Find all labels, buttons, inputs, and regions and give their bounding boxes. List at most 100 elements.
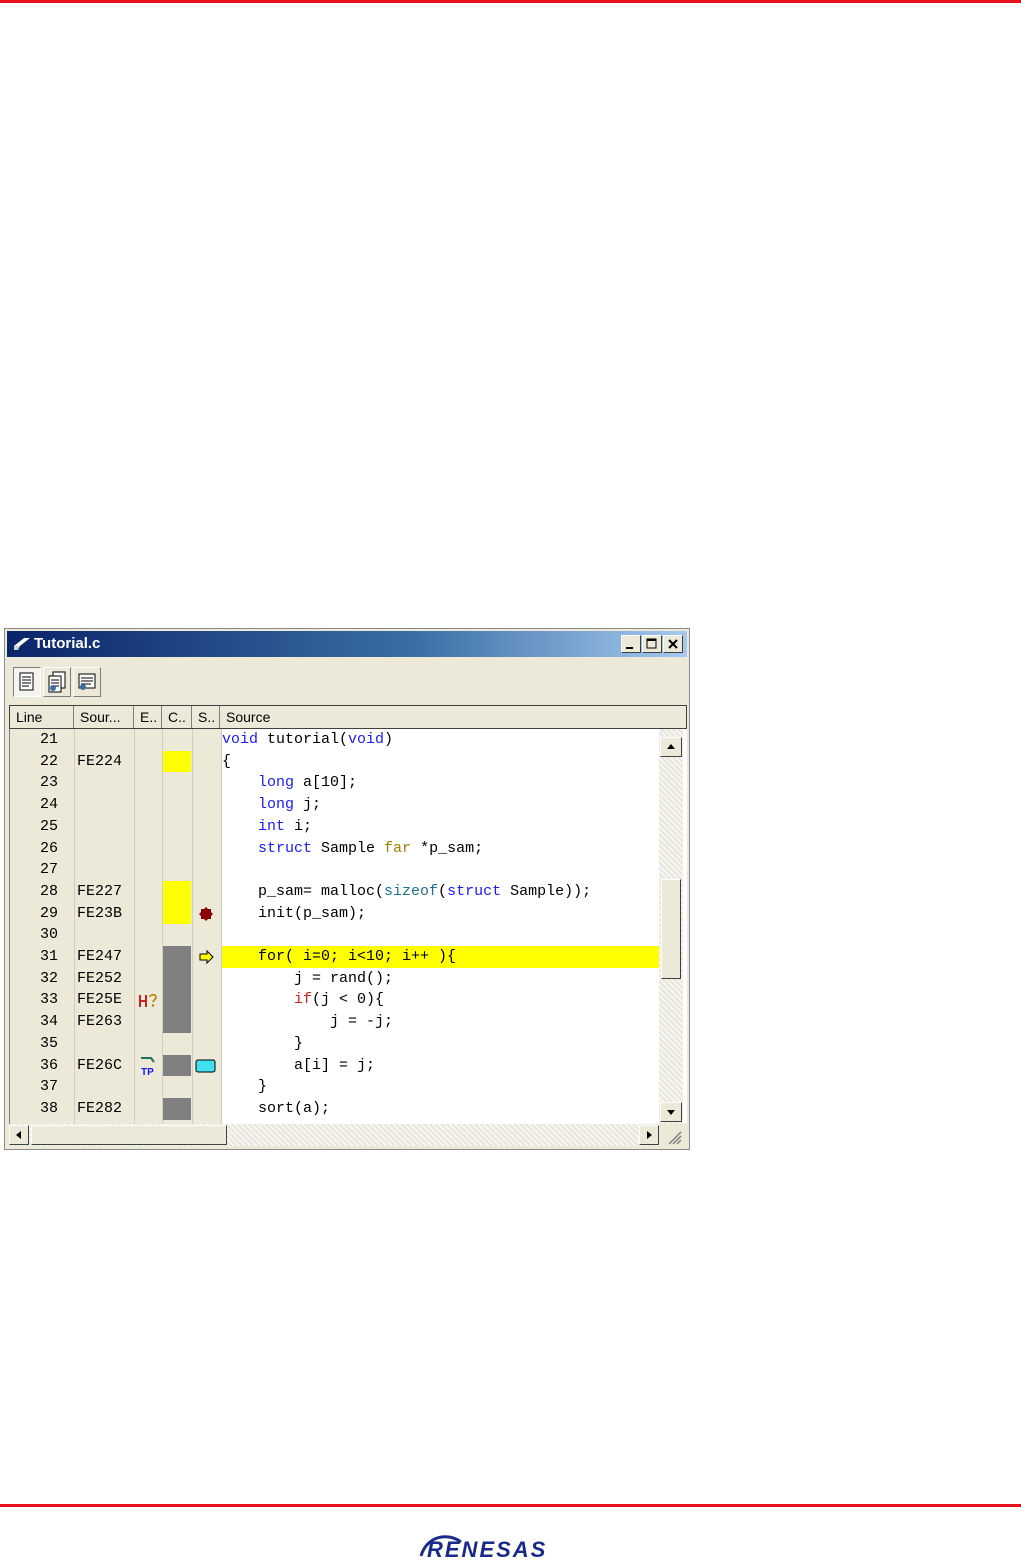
code-row[interactable]: 35 } <box>10 1033 660 1055</box>
coverage-executed <box>163 902 191 925</box>
code-row[interactable]: 30 <box>10 924 660 946</box>
code-row[interactable]: 33 FE25E if(j < 0){ <box>10 989 660 1012</box>
code-row[interactable]: 32 FE252 j = rand(); <box>10 967 660 990</box>
source-code: struct Sample far *p_sam; <box>258 839 484 857</box>
line-number: 23 <box>39 774 58 792</box>
source-code: } <box>222 1034 304 1052</box>
header-source[interactable]: Source <box>220 706 686 728</box>
header-event[interactable]: E.. <box>134 706 162 728</box>
code-row[interactable]: 23 long a[10]; <box>10 772 660 794</box>
code-row[interactable]: 26 struct Sample far *p_sam; <box>10 838 660 860</box>
maximize-button[interactable] <box>642 635 662 653</box>
vertical-scrollbar[interactable] <box>659 729 683 1124</box>
source-code: int i; <box>258 817 313 835</box>
source-mode-icon <box>19 672 34 691</box>
source-address: FE263 <box>77 1013 123 1031</box>
line-number: 35 <box>39 1034 58 1052</box>
source-code: j = rand(); <box>222 969 394 987</box>
resize-grip-icon[interactable] <box>663 1126 683 1146</box>
header-status[interactable]: S.. <box>192 706 220 728</box>
line-number: 34 <box>39 1013 58 1031</box>
line-number: 27 <box>39 861 58 879</box>
breakpoint-icon[interactable] <box>198 906 214 922</box>
editor-icon <box>14 638 30 650</box>
horizontal-scroll-thumb[interactable] <box>31 1125 227 1145</box>
code-row[interactable]: 29 FE23B init(p_sam); <box>10 902 660 925</box>
horizontal-scrollbar[interactable] <box>9 1124 659 1146</box>
code-row[interactable]: 22 FE224 { <box>10 750 660 773</box>
scroll-up-button[interactable] <box>660 737 682 757</box>
source-window[interactable]: Tutorial.c Line Sour... E.. C.. S.. Sour… <box>4 628 690 1150</box>
header-source-address[interactable]: Sour... <box>74 706 134 728</box>
mixed-mode-icon <box>78 673 96 690</box>
scroll-left-button[interactable] <box>9 1125 29 1145</box>
line-number: 36 <box>39 1056 58 1074</box>
code-row[interactable]: 36 FE26C TP a[i] = j; <box>10 1054 660 1077</box>
window-title: Tutorial.c <box>34 635 101 652</box>
line-number: 38 <box>39 1099 58 1117</box>
line-number: 24 <box>39 796 58 814</box>
coverage-not-executed <box>163 989 191 1012</box>
source-code: { <box>222 752 232 770</box>
title-bar[interactable]: Tutorial.c <box>7 631 687 657</box>
disassembly-mode-button[interactable] <box>43 667 71 697</box>
coverage-executed <box>163 880 191 903</box>
code-row[interactable]: 37 } <box>10 1076 660 1098</box>
renesas-logo: RENESAS <box>419 1535 547 1560</box>
line-number: 26 <box>39 839 58 857</box>
line-number: 21 <box>39 731 58 748</box>
coverage-not-executed <box>163 1054 191 1077</box>
line-number: 32 <box>39 969 58 987</box>
line-number: 37 <box>39 1078 58 1096</box>
top-rule <box>0 0 1021 3</box>
line-number: 30 <box>39 926 58 944</box>
line-number: 33 <box>39 991 58 1009</box>
header-coverage[interactable]: C.. <box>162 706 192 728</box>
source-address: FE25E <box>77 991 123 1009</box>
code-row[interactable]: 34 FE263 j = -j; <box>10 1011 660 1033</box>
source-code: p_sam= malloc(sizeof(struct Sample)); <box>222 882 592 900</box>
header-line[interactable]: Line <box>10 706 74 728</box>
line-number: 25 <box>39 817 58 835</box>
trace-point-icon[interactable]: TP <box>138 1056 160 1076</box>
source-address: FE23B <box>77 904 123 922</box>
vertical-scroll-thumb[interactable] <box>661 879 681 979</box>
svg-text:TP: TP <box>141 1067 154 1076</box>
scroll-down-button[interactable] <box>660 1102 682 1122</box>
source-code: for( i=0; i<10; i++ ){ <box>222 946 662 968</box>
code-row[interactable]: 24 long j; <box>10 794 660 816</box>
source-code <box>222 924 662 946</box>
source-code: a[i] = j; <box>222 1056 376 1074</box>
line-number: 22 <box>39 752 58 770</box>
source-editor[interactable]: 21 void tutorial(void) 22 FE224 { 23 lon… <box>9 729 687 1124</box>
source-code: void tutorial(void) <box>222 731 394 748</box>
code-row-current[interactable]: 31 FE247 for( i=0; i<10; i++ ){ <box>10 946 662 968</box>
line-number: 29 <box>39 904 58 922</box>
code-row[interactable]: 27 <box>10 859 660 881</box>
source-code: if(j < 0){ <box>294 991 385 1009</box>
code-row[interactable]: 38 FE282 sort(a); <box>10 1097 660 1120</box>
mixed-mode-button[interactable] <box>73 667 101 697</box>
svg-text:RENESAS: RENESAS <box>427 1537 547 1560</box>
program-counter-arrow-icon <box>199 950 214 964</box>
source-address: FE247 <box>77 948 123 965</box>
code-row[interactable]: 21 void tutorial(void) <box>10 729 660 751</box>
coverage-executed <box>163 750 191 773</box>
hardware-break-icon[interactable] <box>138 992 160 1008</box>
source-code: long a[10]; <box>258 774 358 792</box>
column-header: Line Sour... E.. C.. S.. Source <box>9 705 687 729</box>
code-row[interactable]: 28 FE227 p_sam= malloc(sizeof(struct Sam… <box>10 880 660 903</box>
scroll-right-button[interactable] <box>639 1125 659 1145</box>
source-code: } <box>222 1078 268 1096</box>
source-code <box>222 859 662 881</box>
source-code: init(p_sam); <box>222 904 367 922</box>
source-code: sort(a); <box>222 1099 331 1117</box>
coverage-not-executed <box>163 946 191 968</box>
minimize-button[interactable] <box>621 635 641 653</box>
coverage-not-executed <box>163 967 191 990</box>
source-mode-button[interactable] <box>13 667 41 697</box>
bookmark-icon[interactable] <box>195 1059 217 1073</box>
source-address: FE26C <box>77 1056 123 1074</box>
close-button[interactable] <box>663 635 683 653</box>
code-row[interactable]: 25 int i; <box>10 816 660 838</box>
